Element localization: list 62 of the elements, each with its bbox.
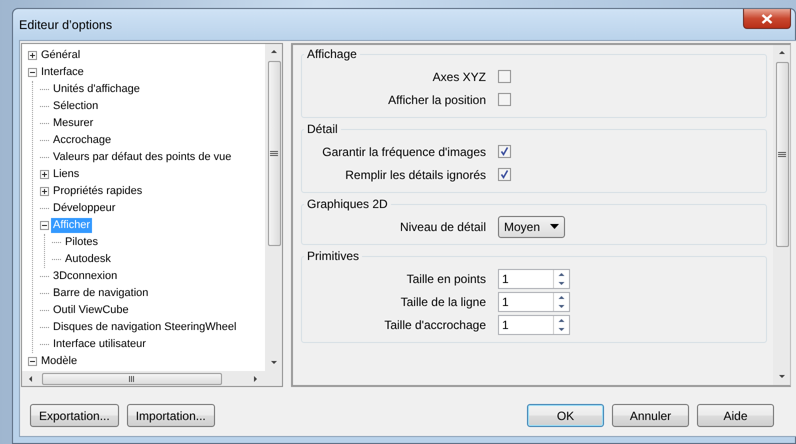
- tree-item[interactable]: Accrochage: [51, 133, 114, 148]
- tree-item[interactable]: Interface utilisateur: [51, 337, 148, 352]
- tree-item[interactable]: Unités d'affichage: [51, 82, 142, 97]
- checkbox[interactable]: [498, 145, 511, 158]
- dialog-button[interactable]: Importation...: [126, 404, 215, 427]
- group-title: Détail: [306, 122, 339, 136]
- collapse-icon[interactable]: [28, 357, 37, 366]
- expand-icon[interactable]: [28, 51, 37, 60]
- tree-item[interactable]: Valeurs par défaut des points de vue: [51, 150, 234, 165]
- vertical-scrollbar[interactable]: [773, 45, 790, 385]
- horizontal-scrollbar[interactable]: [22, 371, 265, 386]
- tree-item[interactable]: Sélection: [51, 99, 100, 114]
- dialog-button[interactable]: Aide: [697, 404, 774, 427]
- group-title: Primitives: [306, 249, 360, 263]
- checkbox[interactable]: [498, 93, 511, 106]
- number-field[interactable]: 1: [498, 314, 570, 334]
- expand-icon[interactable]: [40, 187, 49, 196]
- vertical-scrollbar[interactable]: [265, 44, 282, 371]
- tree-item[interactable]: Général: [39, 48, 82, 63]
- number-field[interactable]: 1: [498, 268, 570, 288]
- field-label: Taille de la ligne: [400, 294, 487, 308]
- tree-item[interactable]: 3Dconnexion: [51, 269, 120, 284]
- field-label: Remplir les détails ignorés: [344, 168, 487, 182]
- dialog-button[interactable]: OK: [527, 404, 604, 427]
- collapse-icon[interactable]: [40, 221, 49, 230]
- group-title: Affichage: [306, 47, 358, 61]
- field-label: Taille d'accrochage: [383, 318, 487, 332]
- checkbox[interactable]: [498, 168, 511, 181]
- collapse-icon[interactable]: [28, 68, 37, 77]
- dropdown[interactable]: Moyen: [498, 216, 566, 238]
- scrollbar-thumb[interactable]: [42, 372, 222, 384]
- field-label: Afficher la position: [387, 92, 487, 106]
- tree-item[interactable]: Autodesk: [63, 252, 113, 267]
- tree-item[interactable]: Outil ViewCube: [51, 303, 131, 318]
- window-title: Editeur d’options: [19, 18, 112, 32]
- dialog-button[interactable]: Exportation...: [30, 404, 119, 427]
- tree-item[interactable]: Disques de navigation SteeringWheel: [51, 320, 238, 335]
- field-label: Garantir la fréquence d'images: [321, 144, 487, 158]
- grip-icon: [128, 376, 136, 382]
- expand-icon[interactable]: [40, 170, 49, 179]
- field-label: Niveau de détail: [398, 220, 487, 234]
- tree-item[interactable]: Barre de navigation: [51, 286, 150, 301]
- caret-icon: [550, 224, 560, 229]
- checkbox[interactable]: [498, 70, 511, 83]
- close-button[interactable]: [743, 9, 791, 29]
- number-field[interactable]: 1: [498, 292, 570, 312]
- dialog-button[interactable]: Annuler: [612, 404, 689, 427]
- grip-icon: [270, 150, 278, 156]
- close-icon: [761, 14, 773, 24]
- tree-item[interactable]: Pilotes: [63, 235, 100, 250]
- tree-item[interactable]: Interface: [39, 65, 86, 80]
- tree-item[interactable]: Développeur: [51, 201, 118, 216]
- tree-item[interactable]: Mesurer: [51, 116, 96, 131]
- group-title: Graphiques 2D: [306, 197, 389, 211]
- field-label: Taille en points: [406, 272, 487, 286]
- grip-icon: [778, 152, 786, 158]
- tree-item[interactable]: Modèle: [39, 354, 80, 369]
- scrollbar-thumb[interactable]: [268, 61, 280, 246]
- scrollbar-thumb[interactable]: [776, 62, 788, 247]
- tree-item[interactable]: Propriétés rapides: [51, 184, 144, 199]
- tree-item[interactable]: Liens: [51, 167, 82, 182]
- field-label: Axes XYZ: [432, 70, 487, 84]
